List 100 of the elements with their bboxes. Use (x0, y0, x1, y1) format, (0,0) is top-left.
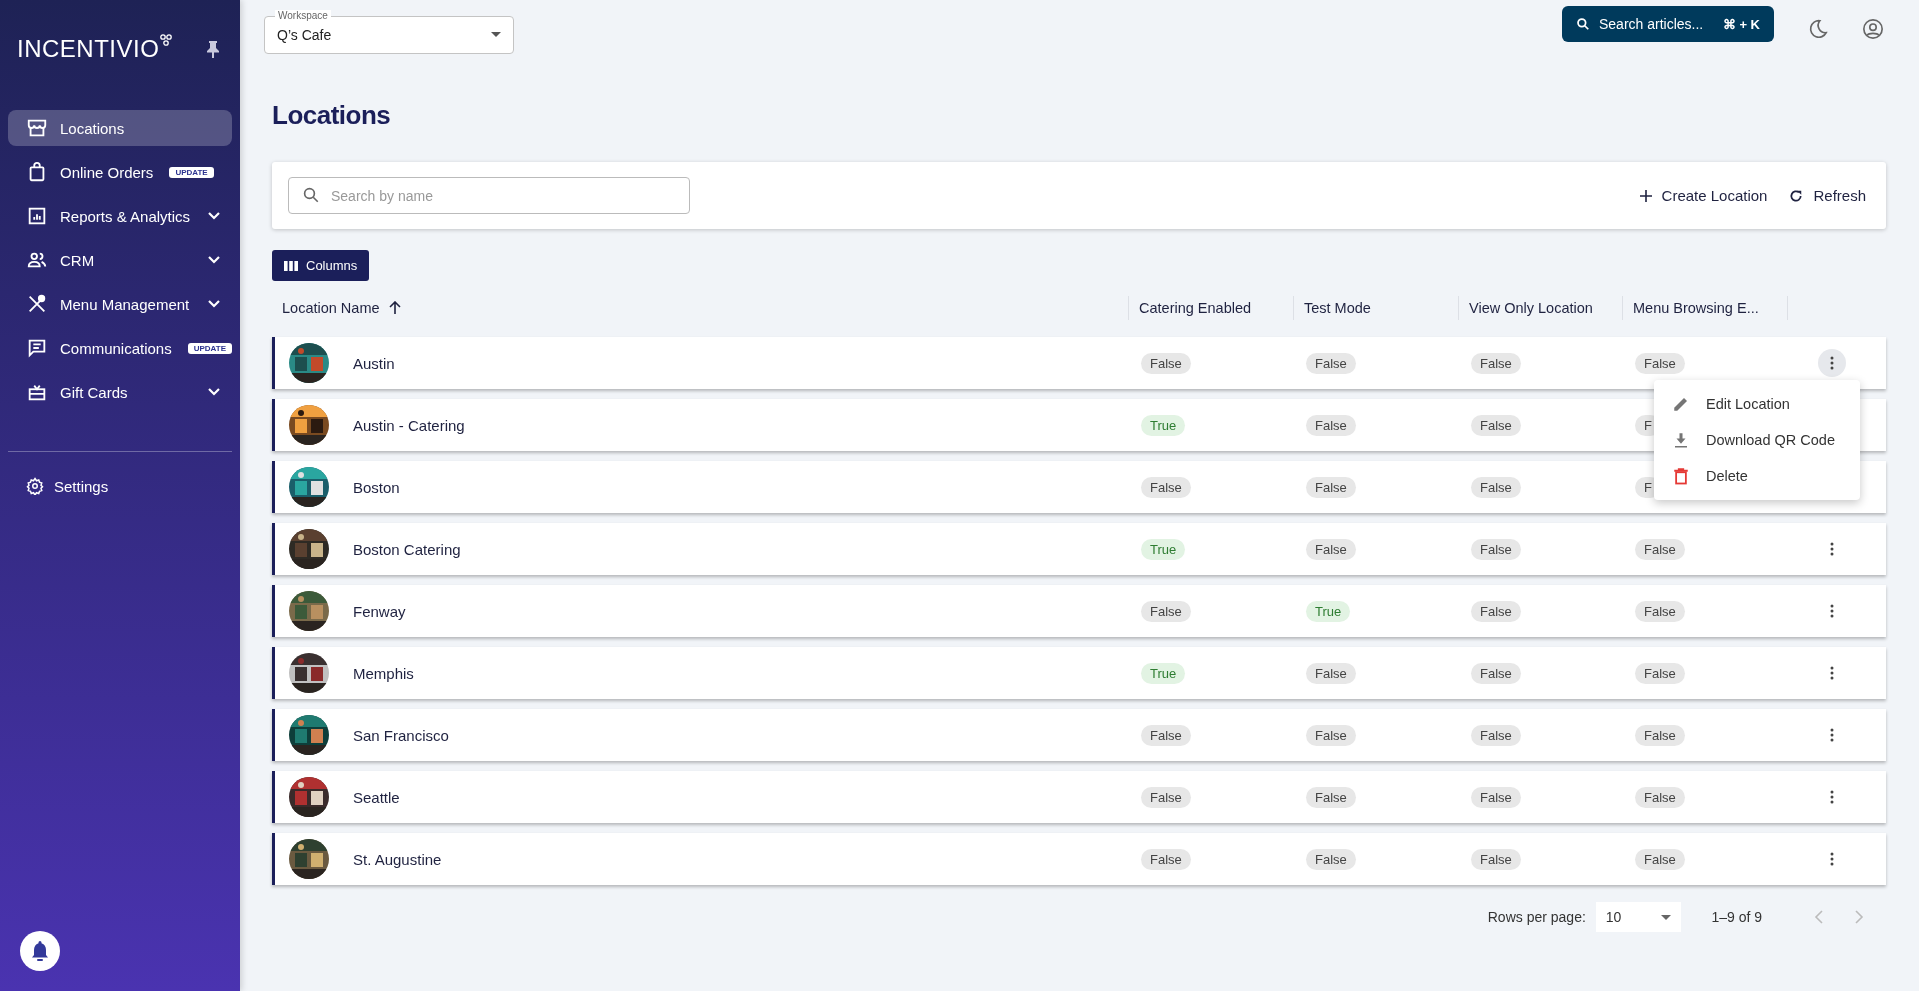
status-chip: False (1635, 600, 1685, 622)
more-icon (1830, 728, 1834, 742)
rows-per-page-select[interactable]: 10 (1595, 902, 1682, 932)
more-icon (1830, 604, 1834, 618)
status-chip: False (1141, 786, 1191, 808)
search-articles-button[interactable]: Search articles... ⌘ + K (1562, 6, 1774, 42)
status-chip: False (1141, 600, 1191, 622)
table-row[interactable]: Fenway False True False False (272, 585, 1886, 637)
more-icon (1830, 666, 1834, 680)
status-chip: False (1306, 476, 1356, 498)
logo: INCENTIVIO (17, 36, 160, 62)
create-location-button[interactable]: Create Location (1639, 187, 1768, 204)
location-name: Austin - Catering (353, 416, 465, 434)
table-row[interactable]: San Francisco False False False False (272, 709, 1886, 761)
table-row[interactable]: Seattle False False False False (272, 771, 1886, 823)
location-name: St. Augustine (353, 850, 442, 868)
bell-icon (30, 940, 50, 962)
status-chip: True (1141, 538, 1186, 560)
chat-icon (26, 337, 48, 359)
status-chip: False (1141, 848, 1191, 870)
nav-item[interactable]: Online Orders UPDATE (8, 154, 232, 190)
update-badge: UPDATE (169, 166, 214, 178)
account-icon[interactable] (1862, 18, 1884, 40)
next-page-icon[interactable] (1854, 909, 1864, 925)
status-chip: False (1471, 848, 1521, 870)
status-chip: False (1635, 848, 1685, 870)
nav-item[interactable]: Reports & Analytics (8, 198, 232, 234)
location-name: Austin (353, 354, 395, 372)
update-badge: UPDATE (187, 342, 232, 354)
status-chip: False (1141, 724, 1191, 746)
moon-icon[interactable] (1807, 18, 1829, 40)
status-chip: False (1306, 848, 1356, 870)
location-name: San Francisco (353, 726, 449, 744)
table-row[interactable]: Memphis True False False False (272, 647, 1886, 699)
search-field[interactable]: Search by name (288, 177, 690, 214)
status-chip: False (1471, 538, 1521, 560)
chart-icon (26, 205, 48, 227)
status-chip: False (1141, 476, 1191, 498)
location-name: Fenway (353, 602, 406, 620)
status-chip: False (1471, 414, 1521, 436)
status-chip: False (1635, 538, 1685, 560)
status-chip: False (1635, 662, 1685, 684)
dropdown-icon (1661, 914, 1672, 920)
status-chip: False (1635, 724, 1685, 746)
location-name: Memphis (353, 664, 414, 682)
nav-item[interactable]: Communications UPDATE (8, 330, 232, 366)
column-header[interactable]: View Only Location (1469, 300, 1593, 316)
pin-icon[interactable] (206, 40, 220, 58)
utensils-icon (26, 293, 48, 315)
status-chip: False (1471, 786, 1521, 808)
status-chip: True (1141, 662, 1186, 684)
more-button[interactable] (1818, 349, 1846, 377)
status-chip: False (1141, 352, 1191, 374)
nav-item[interactable]: Menu Management (8, 286, 232, 322)
column-header[interactable]: Location Name (282, 300, 380, 316)
status-chip: False (1306, 786, 1356, 808)
status-chip: False (1471, 600, 1521, 622)
dropdown-icon (491, 32, 501, 37)
settings-item[interactable]: Settings (8, 468, 232, 504)
more-icon (1830, 852, 1834, 866)
status-chip: False (1471, 352, 1521, 374)
status-chip: False (1306, 724, 1356, 746)
status-chip: False (1306, 414, 1356, 436)
table-row[interactable]: St. Augustine False False False False (272, 833, 1886, 885)
status-chip: False (1471, 724, 1521, 746)
table-row[interactable]: Boston Catering True False False False (272, 523, 1886, 575)
location-name: Boston Catering (353, 540, 461, 558)
location-name: Boston (353, 478, 400, 496)
columns-button[interactable]: Columns (272, 250, 370, 281)
settings-icon (26, 477, 44, 495)
nav-item[interactable]: Locations (8, 110, 232, 146)
column-header[interactable]: Catering Enabled (1139, 300, 1252, 316)
circles-icon (159, 34, 174, 46)
table-row[interactable]: Austin False False False False (272, 337, 1886, 389)
nav-item[interactable]: CRM (8, 242, 232, 278)
refresh-button[interactable]: Refresh (1789, 187, 1866, 204)
nav-item[interactable]: Gift Cards (8, 374, 232, 410)
store-icon (26, 117, 48, 139)
status-chip: False (1471, 662, 1521, 684)
page-title: Locations (272, 99, 392, 132)
status-chip: False (1635, 352, 1685, 374)
status-chip: False (1306, 662, 1356, 684)
status-chip: False (1635, 786, 1685, 808)
columns-icon (284, 259, 298, 272)
plus-icon (1639, 189, 1652, 202)
notifications-button[interactable] (20, 931, 60, 971)
status-chip: True (1141, 414, 1186, 436)
location-name: Seattle (353, 788, 400, 806)
rows-per-page-label: Rows per page: (1487, 909, 1586, 925)
more-icon (1830, 356, 1834, 370)
previous-page-icon[interactable] (1814, 909, 1824, 925)
sort-up-icon[interactable] (388, 301, 401, 315)
status-chip: False (1471, 476, 1521, 498)
status-chip: True (1306, 600, 1351, 622)
status-chip: False (1306, 352, 1356, 374)
column-header[interactable]: Menu Browsing E... (1633, 300, 1759, 316)
refresh-icon (1789, 188, 1804, 203)
page-range: 1–9 of 9 (1711, 909, 1762, 925)
more-icon (1830, 542, 1834, 556)
column-header[interactable]: Test Mode (1304, 300, 1371, 316)
